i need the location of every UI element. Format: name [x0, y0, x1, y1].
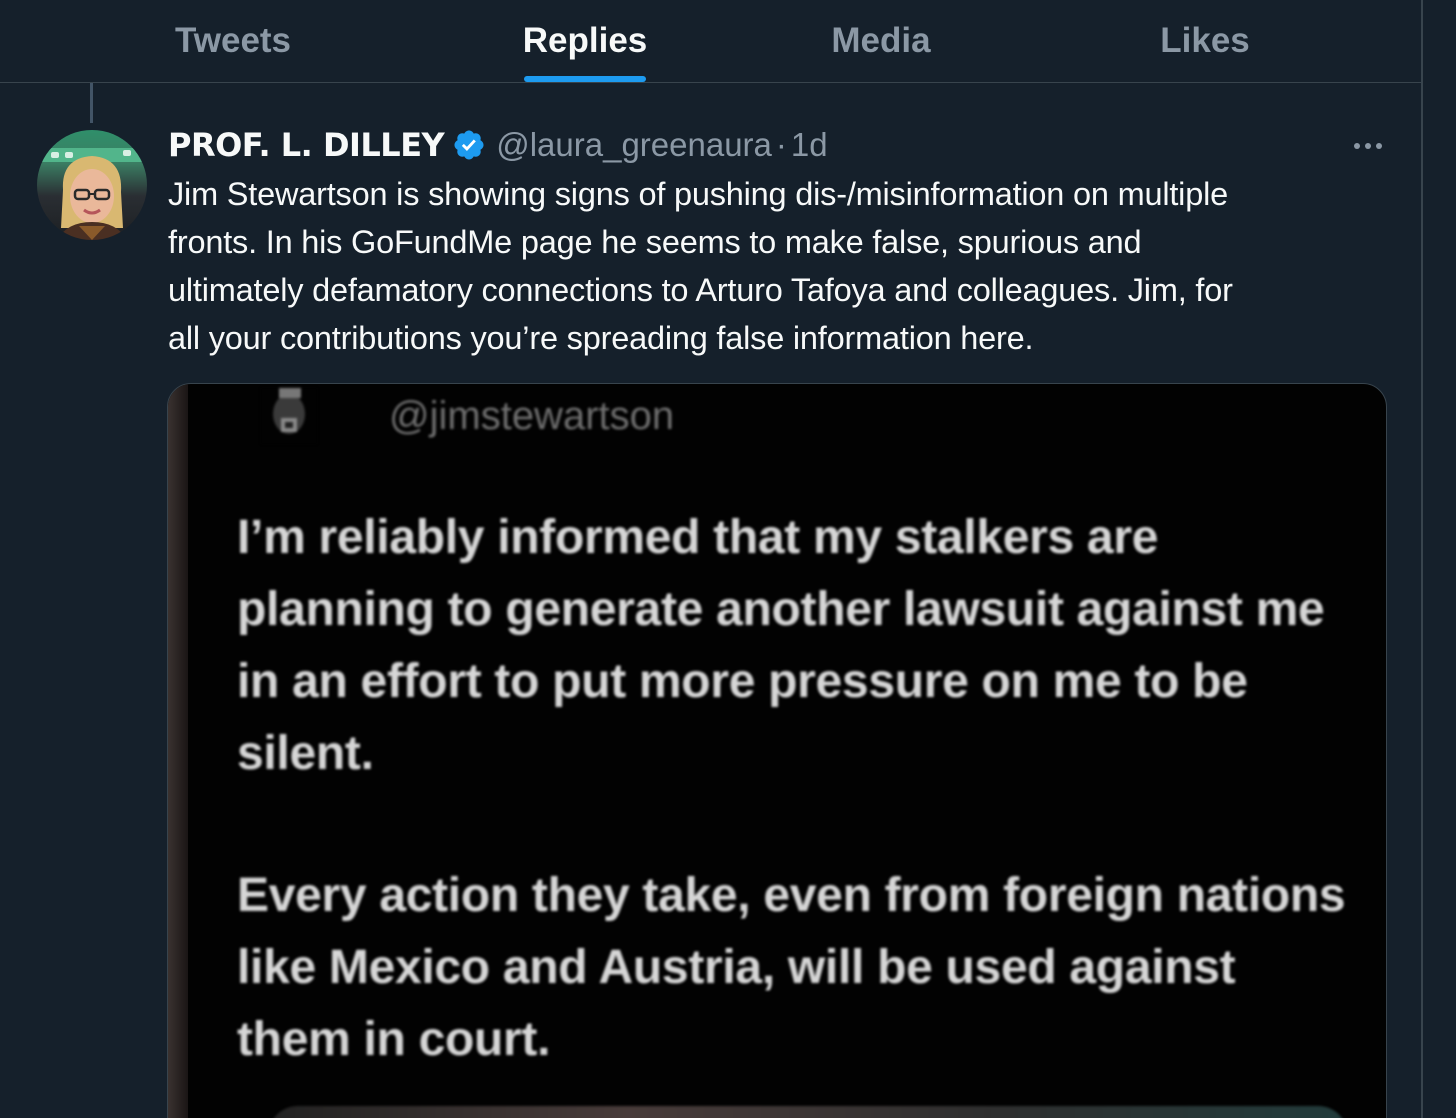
embedded-line: planning to generate another lawsuit aga…	[237, 583, 1325, 636]
thread-connector-line	[90, 83, 93, 123]
user-handle[interactable]: @laura_greenaura	[496, 126, 772, 164]
embedded-line: them in court.	[237, 1013, 551, 1066]
screenshot-content: @jimstewartson I’m reliably informed tha…	[168, 384, 1386, 1118]
tab-media[interactable]: Media	[768, 0, 994, 82]
tab-media-label: Media	[831, 21, 931, 60]
embedded-handle: @jimstewartson	[389, 394, 675, 438]
more-horizontal-icon[interactable]	[1348, 126, 1388, 166]
tweet-media-image[interactable]: @jimstewartson I’m reliably informed tha…	[167, 383, 1387, 1118]
tab-tweets-label: Tweets	[174, 21, 292, 60]
header-separator: ·	[775, 126, 787, 163]
embedded-line: in an effort to put more pressure on me …	[237, 655, 1248, 708]
display-name[interactable]: PROF. L. DILLEY	[168, 126, 445, 164]
tab-tweets[interactable]: Tweets	[120, 0, 346, 82]
profile-tabs: Tweets Replies Media Likes	[0, 0, 1422, 83]
tweet-text: Jim Stewartson is showing signs of pushi…	[168, 170, 1383, 362]
embedded-line: silent.	[237, 727, 374, 780]
tweet-text-line: Jim Stewartson is showing signs of pushi…	[168, 176, 1228, 212]
profile-replies-page: Tweets Replies Media Likes PROF. L. DILL…	[0, 0, 1456, 1118]
tab-likes[interactable]: Likes	[1092, 0, 1318, 82]
embedded-tweet-text: I’m reliably informed that my stalkers a…	[237, 502, 1346, 1076]
tab-replies[interactable]: Replies	[472, 0, 698, 82]
tweet-text-line: all your contributions you’re spreading …	[168, 320, 1034, 356]
embedded-avatar	[261, 388, 317, 444]
active-tab-indicator	[524, 76, 646, 82]
embedded-line: Every action they take, even from foreig…	[237, 869, 1346, 922]
embedded-line: like Mexico and Austria, will be used ag…	[237, 941, 1236, 994]
avatar[interactable]	[37, 130, 147, 240]
verified-badge-icon	[452, 128, 486, 162]
tweet-text-line: fronts. In his GoFundMe page he seems to…	[168, 224, 1142, 260]
tab-likes-label: Likes	[1160, 21, 1250, 60]
tweet-timestamp[interactable]: 1d	[791, 126, 828, 164]
embedded-media-preview	[268, 1106, 1348, 1118]
tweet-header: PROF. L. DILLEY @laura_greenaura · 1d	[168, 122, 828, 168]
tweet-text-line: ultimately defamatory connections to Art…	[168, 272, 1233, 308]
tab-replies-label: Replies	[522, 21, 648, 60]
embedded-line: I’m reliably informed that my stalkers a…	[237, 511, 1159, 564]
column-divider	[1421, 0, 1423, 1118]
